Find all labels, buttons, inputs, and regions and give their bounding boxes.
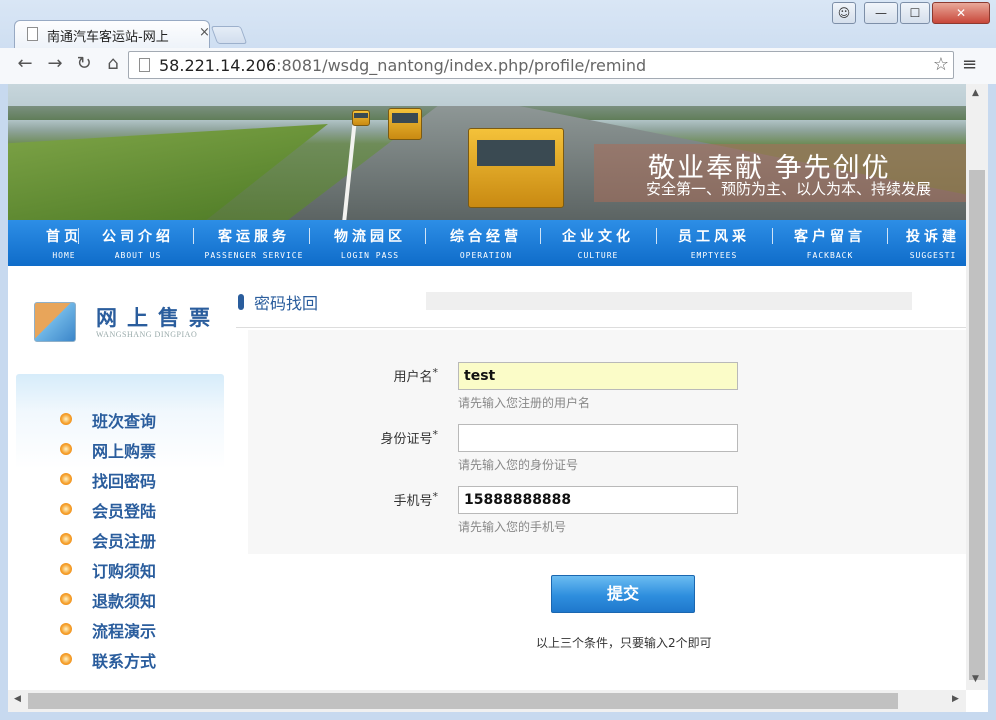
nav-divider xyxy=(425,228,426,244)
sidebar-item-register[interactable]: 会员注册 xyxy=(60,528,230,552)
bullet-icon xyxy=(60,473,72,485)
username-label: 用户名* xyxy=(393,366,438,385)
tab-title: 南通汽车客运站-网上 xyxy=(47,30,169,45)
new-tab-button[interactable] xyxy=(210,26,248,44)
bullet-icon xyxy=(60,563,72,575)
sidebar-item-buy[interactable]: 网上购票 xyxy=(60,438,230,462)
url-path: :8081/wsdg_nantong/index.php/profile/rem… xyxy=(276,56,647,75)
horizontal-scrollbar[interactable]: ◀ ▶ xyxy=(8,690,966,712)
online-ticket-header: 网上售票 WANGSHANG DINGPIAO xyxy=(12,286,228,350)
password-recovery-form: 用户名* 请先输入您注册的用户名 身份证号* 请先输入您的身份证号 手机号* 请… xyxy=(248,330,966,554)
nav-item-about[interactable]: 公司介绍 ABOUT US xyxy=(88,220,188,266)
page-title: 密码找回 xyxy=(254,294,319,313)
bullet-icon xyxy=(60,443,72,455)
bullet-icon xyxy=(60,593,72,605)
bus-image xyxy=(388,108,422,140)
maximize-button[interactable]: ☐ xyxy=(900,2,930,24)
phone-hint: 请先输入您的手机号 xyxy=(458,520,567,534)
url-host: 58.221.14.206 xyxy=(159,56,277,75)
vertical-scrollbar[interactable]: ▲ ▼ xyxy=(966,84,988,690)
idcard-label: 身份证号* xyxy=(380,428,438,447)
nav-divider xyxy=(309,228,310,244)
browser-chrome: 南通汽车客运站-网上 × ☺ — ☐ ✕ ← → ↻ ⌂ 58.221.14.2… xyxy=(0,0,996,84)
sidebar-item-process-demo[interactable]: 流程演示 xyxy=(60,618,230,642)
nav-divider xyxy=(78,228,79,244)
home-icon[interactable]: ⌂ xyxy=(102,53,124,75)
sidebar-item-password[interactable]: 找回密码 xyxy=(60,468,230,492)
section-marker-icon xyxy=(238,294,244,310)
bullet-icon xyxy=(60,503,72,515)
form-note: 以上三个条件，只要输入2个即可 xyxy=(536,636,712,650)
page-viewport: 敬业奉献 争先创优 安全第一、预防为主、以人为本、持续发展 首页 HOME 公司… xyxy=(8,84,966,690)
sidebar-title: 网上售票 xyxy=(96,305,220,330)
nav-divider xyxy=(540,228,541,244)
nav-divider xyxy=(193,228,194,244)
nav-item-employees[interactable]: 员工风采 EMPTYEES xyxy=(664,220,764,266)
nav-item-operation[interactable]: 综合经营 OPERATION xyxy=(436,220,536,266)
bookmark-star-icon[interactable]: ☆ xyxy=(933,54,949,75)
bullet-icon xyxy=(60,653,72,665)
sidebar-item-order-notice[interactable]: 订购须知 xyxy=(60,558,230,582)
scroll-down-icon[interactable]: ▼ xyxy=(972,674,979,684)
scroll-right-icon[interactable]: ▶ xyxy=(952,694,959,704)
bus-image xyxy=(468,128,564,208)
bullet-icon xyxy=(60,413,72,425)
reload-icon[interactable]: ↻ xyxy=(73,53,95,75)
nav-divider xyxy=(772,228,773,244)
sidebar-menu: 班次查询 网上购票 找回密码 会员登陆 会员注册 订购须知 退款须知 流程演示 xyxy=(16,374,224,690)
close-window-button[interactable]: ✕ xyxy=(932,2,990,24)
bus-image xyxy=(352,110,370,126)
page-icon xyxy=(27,27,38,41)
url-text: 58.221.14.206:8081/wsdg_nantong/index.ph… xyxy=(159,56,646,75)
bullet-icon xyxy=(60,533,72,545)
idcard-hint: 请先输入您的身份证号 xyxy=(458,458,579,472)
username-field[interactable] xyxy=(458,362,738,390)
banner-subslogan: 安全第一、预防为主、以人为本、持续发展 xyxy=(646,180,932,198)
bullet-icon xyxy=(60,623,72,635)
main-nav: 首页 HOME 公司介绍 ABOUT US 客运服务 PASSENGER SER… xyxy=(8,220,966,266)
submit-button[interactable]: 提交 xyxy=(551,575,695,613)
scroll-up-icon[interactable]: ▲ xyxy=(972,88,979,98)
phone-label: 手机号* xyxy=(393,490,438,509)
browser-tab[interactable]: 南通汽车客运站-网上 × xyxy=(14,20,210,48)
nav-item-complaint[interactable]: 投诉建 SUGGESTI xyxy=(896,220,966,266)
browser-toolbar: ← → ↻ ⌂ 58.221.14.206:8081/wsdg_nantong/… xyxy=(0,48,996,84)
sidebar-item-login[interactable]: 会员登陆 xyxy=(60,498,230,522)
menu-icon[interactable]: ≡ xyxy=(962,54,977,75)
nav-divider xyxy=(887,228,888,244)
nav-divider xyxy=(656,228,657,244)
forward-icon[interactable]: → xyxy=(44,53,66,75)
scrollbar-thumb[interactable] xyxy=(28,693,898,709)
nav-item-logistics[interactable]: 物流园区 LOGIN PASS xyxy=(320,220,420,266)
sidebar-item-contact[interactable]: 联系方式 xyxy=(60,648,230,672)
sidebar-item-schedule[interactable]: 班次查询 xyxy=(60,408,230,432)
scroll-left-icon[interactable]: ◀ xyxy=(14,694,21,704)
header-banner: 敬业奉献 争先创优 安全第一、预防为主、以人为本、持续发展 xyxy=(8,84,966,220)
sidebar-subtitle: WANGSHANG DINGPIAO xyxy=(96,330,198,339)
scrollbar-thumb[interactable] xyxy=(969,170,985,680)
sidebar-item-refund-notice[interactable]: 退款须知 xyxy=(60,588,230,612)
user-icon[interactable]: ☺ xyxy=(832,2,856,24)
minimize-button[interactable]: — xyxy=(864,2,898,24)
back-icon[interactable]: ← xyxy=(14,53,36,75)
phone-field[interactable] xyxy=(458,486,738,514)
page-icon xyxy=(139,58,150,72)
idcard-field[interactable] xyxy=(458,424,738,452)
nav-item-culture[interactable]: 企业文化 CULTURE xyxy=(548,220,648,266)
tab-close-icon[interactable]: × xyxy=(199,25,210,40)
section-header: 密码找回 xyxy=(236,284,966,328)
nav-item-feedback[interactable]: 客户留言 FACKBACK xyxy=(780,220,880,266)
address-bar[interactable]: 58.221.14.206:8081/wsdg_nantong/index.ph… xyxy=(128,51,954,79)
nav-item-passenger[interactable]: 客运服务 PASSENGER SERVICE xyxy=(198,220,310,266)
ticket-logo-icon xyxy=(34,302,76,342)
username-hint: 请先输入您注册的用户名 xyxy=(458,396,591,410)
